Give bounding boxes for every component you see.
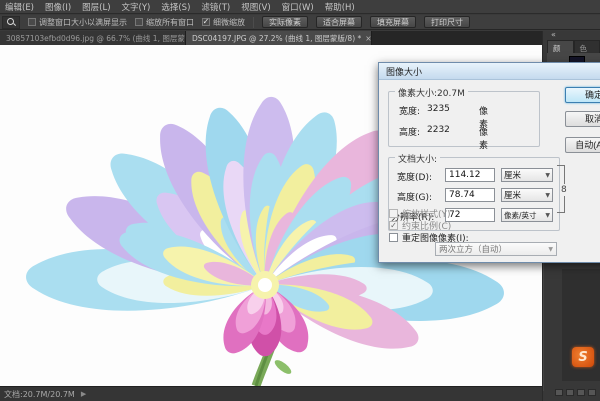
image-size-dialog: 图像大小 像素大小:20.7M 宽度: 3235 像素 高度: 2232 像素 … bbox=[378, 62, 600, 263]
doc-width-unit-select[interactable]: 厘米 ▼ bbox=[501, 168, 553, 182]
doc-height-unit-select[interactable]: 厘米 ▼ bbox=[501, 188, 553, 202]
option-scrubby-zoom[interactable]: ✓ 细微缩放 bbox=[202, 17, 245, 28]
option-label: 缩放所有窗口 bbox=[146, 17, 194, 28]
fill-screen-button[interactable]: 填充屏幕 bbox=[370, 16, 416, 28]
chevron-down-icon: ▼ bbox=[548, 246, 553, 253]
height-unit: 像素 bbox=[479, 125, 488, 151]
panel-footer-icon[interactable] bbox=[588, 389, 596, 396]
doc-width-row: 宽度(D): 厘米 ▼ bbox=[389, 168, 557, 182]
document-tab-1[interactable]: 30857103efbd0d96.jpg @ 66.7% (曲线 1, 图层蒙版… bbox=[0, 31, 186, 45]
doc-height-input[interactable] bbox=[445, 188, 495, 202]
width-value: 3235 bbox=[427, 104, 450, 114]
fit-screen-button[interactable]: 适合屏幕 bbox=[316, 16, 362, 28]
menu-layer[interactable]: 图层(L) bbox=[82, 1, 110, 13]
unit-value: 厘米 bbox=[504, 169, 521, 181]
menu-view[interactable]: 视图(V) bbox=[241, 1, 270, 13]
doc-width-input[interactable] bbox=[445, 168, 495, 182]
s-logo: S bbox=[572, 347, 594, 367]
unit-value: 像素/英寸 bbox=[504, 210, 537, 221]
width-label: 宽度: bbox=[399, 107, 420, 117]
menu-help[interactable]: 帮助(H) bbox=[325, 1, 355, 13]
panel-footer-icon[interactable] bbox=[566, 389, 574, 396]
print-size-button[interactable]: 打印尺寸 bbox=[424, 16, 470, 28]
checkbox-icon: ✓ bbox=[202, 18, 210, 26]
menu-select[interactable]: 选择(S) bbox=[161, 1, 190, 13]
pixel-dimensions-group: 像素大小:20.7M 宽度: 3235 像素 高度: 2232 像素 bbox=[388, 91, 540, 147]
doc-height-label: 高度(G): bbox=[397, 190, 432, 203]
option-zoom-all-windows[interactable]: 缩放所有窗口 bbox=[135, 17, 194, 28]
tab-label: 30857103efbd0d96.jpg @ 66.7% (曲线 1, 图层蒙版… bbox=[6, 34, 186, 43]
panel-footer-icon[interactable] bbox=[577, 389, 585, 396]
checkbox-icon bbox=[135, 18, 143, 26]
tab-label: DSC04197.JPG @ 27.2% (曲线 1, 图层蒙版/8) * bbox=[192, 34, 361, 43]
doc-height-row: 高度(G): 厘米 ▼ bbox=[389, 188, 557, 202]
tool-options-bar: 调整窗口大小以满屏显示 缩放所有窗口 ✓ 细微缩放 实际像素 适合屏幕 填充屏幕… bbox=[0, 15, 600, 30]
pixel-group-legend: 像素大小:20.7M bbox=[395, 86, 468, 99]
menu-image[interactable]: 图像(I) bbox=[45, 1, 71, 13]
auto-button[interactable]: 自动(A)... bbox=[565, 137, 600, 153]
checkbox-icon bbox=[389, 209, 398, 218]
menu-filter[interactable]: 滤镜(T) bbox=[201, 1, 230, 13]
resolution-input[interactable] bbox=[445, 208, 495, 222]
collapse-panels-icon[interactable]: « bbox=[551, 31, 556, 39]
resample-value: 两次立方（自动） bbox=[439, 243, 507, 255]
pixel-height-row: 高度: 2232 像素 bbox=[399, 125, 420, 138]
checkbox-icon bbox=[389, 233, 398, 242]
photoshop-window: { "menu_bar": { "items": ["编辑(E)", "图像(I… bbox=[0, 0, 600, 401]
lower-panel: S bbox=[543, 263, 600, 391]
resample-method-select[interactable]: 两次立方（自动） ▼ bbox=[435, 242, 557, 256]
checkbox-icon: ✓ bbox=[389, 221, 398, 230]
option-label: 调整窗口大小以满屏显示 bbox=[39, 17, 127, 28]
menu-edit[interactable]: 编辑(E) bbox=[5, 1, 34, 13]
chevron-down-icon: ▼ bbox=[545, 192, 550, 199]
unit-value: 厘米 bbox=[504, 189, 521, 201]
chevron-down-icon: ▼ bbox=[545, 172, 550, 179]
chain-link-icon: 8 bbox=[561, 184, 568, 196]
option-resize-windows[interactable]: 调整窗口大小以满屏显示 bbox=[28, 17, 127, 28]
option-label: 细微缩放 bbox=[213, 17, 245, 28]
tab-close-icon[interactable]: × bbox=[365, 34, 371, 43]
document-tab-2[interactable]: DSC04197.JPG @ 27.2% (曲线 1, 图层蒙版/8) * × bbox=[186, 31, 372, 45]
status-menu-arrow-icon[interactable]: ▶ bbox=[81, 390, 86, 398]
dialog-title: 图像大小 bbox=[386, 65, 422, 78]
panel-content: S bbox=[562, 269, 600, 381]
dialog-titlebar[interactable]: 图像大小 bbox=[379, 63, 600, 80]
zoom-tool-icon bbox=[7, 18, 15, 26]
pixel-width-row: 宽度: 3235 像素 bbox=[399, 104, 420, 117]
actual-pixels-button[interactable]: 实际像素 bbox=[262, 16, 308, 28]
menu-bar: 编辑(E) 图像(I) 图层(L) 文字(Y) 选择(S) 滤镜(T) 视图(V… bbox=[0, 0, 600, 14]
doc-group-legend: 文档大小: bbox=[395, 152, 440, 165]
document-size-readout: 文档:20.7M/20.7M bbox=[4, 389, 75, 400]
menu-type[interactable]: 文字(Y) bbox=[122, 1, 151, 13]
height-value: 2232 bbox=[427, 125, 450, 135]
panel-footer-icon[interactable] bbox=[555, 389, 563, 396]
menu-window[interactable]: 窗口(W) bbox=[282, 1, 314, 13]
cancel-button[interactable]: 取消 bbox=[565, 111, 600, 127]
height-label: 高度: bbox=[399, 128, 420, 138]
doc-width-label: 宽度(D): bbox=[397, 170, 432, 183]
ok-button[interactable]: 确定 bbox=[565, 87, 600, 103]
checkbox-icon bbox=[28, 18, 36, 26]
resolution-unit-select[interactable]: 像素/英寸 ▼ bbox=[501, 208, 553, 222]
zoom-tool-preset[interactable] bbox=[2, 16, 20, 29]
panel-footer-icons bbox=[555, 389, 596, 396]
status-bar: 文档:20.7M/20.7M ▶ bbox=[0, 386, 542, 401]
document-tab-bar: 30857103efbd0d96.jpg @ 66.7% (曲线 1, 图层蒙版… bbox=[0, 31, 600, 45]
chevron-down-icon: ▼ bbox=[545, 212, 550, 219]
separator bbox=[253, 17, 254, 28]
